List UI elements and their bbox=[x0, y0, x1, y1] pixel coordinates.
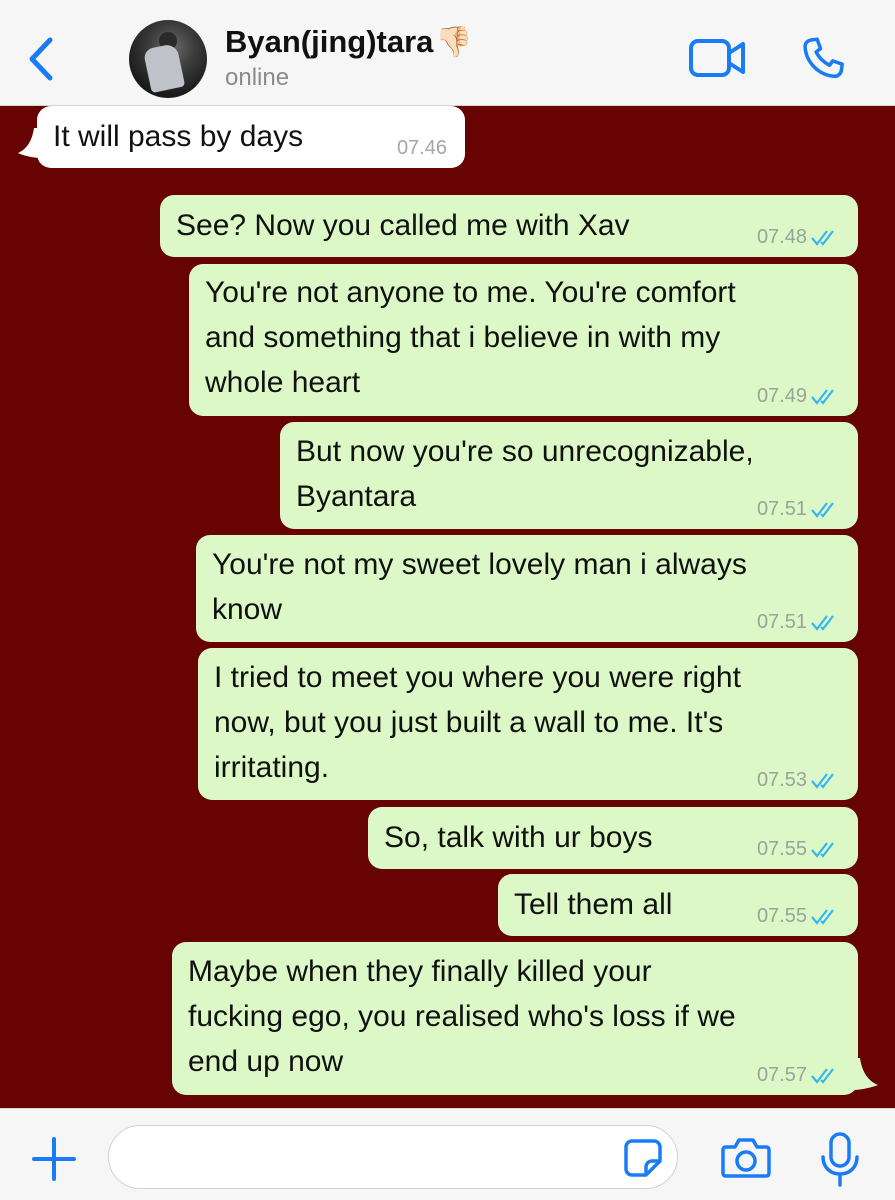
message-time: 07.49 bbox=[756, 385, 807, 407]
message-meta: 07.55 bbox=[757, 904, 840, 928]
message-time: 07.51 bbox=[756, 611, 807, 633]
double-check-icon bbox=[811, 502, 834, 518]
message-time: 07.55 bbox=[756, 905, 807, 927]
message-bubble-incoming[interactable]: It will pass by days 07.46 bbox=[37, 106, 465, 168]
message-time: 07.46 bbox=[396, 137, 447, 159]
thumbs-down-emoji: 👎🏻 bbox=[435, 25, 473, 59]
double-check-icon bbox=[811, 773, 834, 789]
message-text: See? Now you called me with Xav bbox=[176, 209, 630, 242]
message-bubble-outgoing[interactable]: I tried to meet you where you were right… bbox=[198, 648, 858, 800]
message-meta: 07.53 bbox=[757, 768, 840, 792]
contact-status: online bbox=[225, 64, 290, 91]
message-meta: 07.48 bbox=[757, 225, 840, 249]
message-composer bbox=[0, 1108, 895, 1200]
chat-header: Byan(jing)tara 👎🏻 online bbox=[0, 0, 895, 106]
voice-call-button[interactable] bbox=[798, 34, 848, 84]
message-meta: 07.49 bbox=[757, 384, 840, 408]
message-bubble-outgoing[interactable]: But now you're so unrecognizable, Byanta… bbox=[280, 422, 858, 529]
contact-name-text: Byan(jing)tara bbox=[225, 24, 434, 59]
sticker-icon bbox=[624, 1139, 662, 1177]
message-bubble-outgoing[interactable]: You're not my sweet lovely man i always … bbox=[196, 535, 858, 642]
message-text: I tried to meet you where you were right… bbox=[214, 661, 741, 784]
message-text: It will pass by days bbox=[53, 120, 304, 153]
contact-avatar[interactable] bbox=[129, 20, 207, 98]
message-meta: 07.51 bbox=[757, 610, 840, 634]
message-time: 07.51 bbox=[756, 498, 807, 520]
message-text: You're not anyone to me. You're comfort … bbox=[205, 276, 736, 399]
double-check-icon bbox=[811, 615, 834, 631]
message-text: Maybe when they finally killed your fuck… bbox=[188, 955, 736, 1078]
sticker-button[interactable] bbox=[622, 1137, 664, 1179]
message-bubble-outgoing[interactable]: So, talk with ur boys 07.55 bbox=[368, 807, 858, 869]
message-time: 07.53 bbox=[756, 769, 807, 791]
voice-message-button[interactable] bbox=[818, 1131, 862, 1189]
message-meta: 07.55 bbox=[757, 837, 840, 861]
message-bubble-outgoing[interactable]: You're not anyone to me. You're comfort … bbox=[189, 264, 858, 416]
bubble-tail-outgoing bbox=[852, 1058, 878, 1090]
message-time: 07.57 bbox=[756, 1064, 807, 1086]
message-bubble-outgoing[interactable]: Maybe when they finally killed your fuck… bbox=[172, 942, 858, 1095]
camera-icon bbox=[721, 1138, 771, 1178]
contact-name[interactable]: Byan(jing)tara 👎🏻 bbox=[225, 24, 473, 60]
camera-button[interactable] bbox=[720, 1135, 772, 1181]
video-call-button[interactable] bbox=[688, 36, 748, 82]
message-meta: 07.51 bbox=[757, 497, 840, 521]
plus-icon bbox=[32, 1137, 76, 1181]
message-meta: 07.57 bbox=[757, 1063, 840, 1087]
double-check-icon bbox=[811, 842, 834, 858]
message-bubble-outgoing[interactable]: See? Now you called me with Xav 07.48 bbox=[160, 195, 858, 257]
double-check-icon bbox=[811, 1068, 834, 1084]
message-input[interactable] bbox=[108, 1125, 678, 1189]
double-check-icon bbox=[811, 389, 834, 405]
back-button[interactable] bbox=[22, 34, 62, 84]
message-time: 07.55 bbox=[756, 838, 807, 860]
message-text: You're not my sweet lovely man i always … bbox=[212, 548, 747, 626]
attach-button[interactable] bbox=[30, 1135, 78, 1183]
phone-icon bbox=[803, 37, 844, 79]
double-check-icon bbox=[811, 230, 834, 246]
message-bubble-outgoing[interactable]: Tell them all 07.55 bbox=[498, 874, 858, 936]
video-camera-icon bbox=[689, 39, 745, 77]
chevron-left-icon bbox=[29, 37, 53, 81]
double-check-icon bbox=[811, 909, 834, 925]
message-meta: 07.46 bbox=[397, 136, 447, 160]
microphone-icon bbox=[821, 1132, 859, 1187]
message-time: 07.48 bbox=[756, 226, 807, 248]
